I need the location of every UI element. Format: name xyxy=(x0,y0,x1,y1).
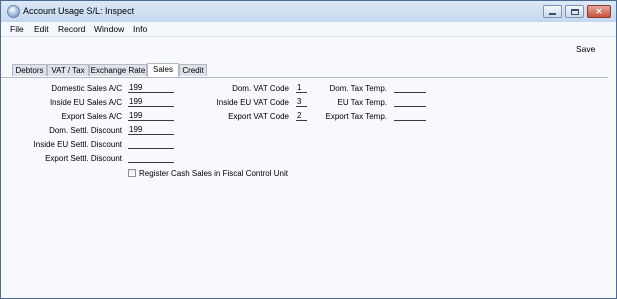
sales-panel: Domestic Sales A/C 199 Inside EU Sales A… xyxy=(1,78,616,299)
dom-vat-code-label: Dom. VAT Code xyxy=(232,84,289,93)
dom-tax-temp-field[interactable] xyxy=(394,84,426,93)
dom-vat-code-field[interactable]: 1 xyxy=(296,84,307,93)
inside-eu-vat-code-label: Inside EU VAT Code xyxy=(216,98,289,107)
maximize-icon xyxy=(570,8,579,15)
application-window: Account Usage S/L: Inspect ✕ File Edit R… xyxy=(0,0,617,299)
dom-settl-discount-label: Dom. Settl. Discount xyxy=(49,126,122,135)
tab-bar: Debtors VAT / Tax Exchange Rate Sales Cr… xyxy=(1,63,616,77)
eu-tax-temp-label: EU Tax Temp. xyxy=(337,98,387,107)
register-cash-sales-checkbox[interactable] xyxy=(128,169,136,177)
export-sales-ac-label: Export Sales A/C xyxy=(61,112,122,121)
tab-exchange-rate[interactable]: Exchange Rate xyxy=(89,64,147,76)
menu-window[interactable]: Window xyxy=(94,24,124,34)
close-icon: ✕ xyxy=(595,6,603,16)
dom-settl-discount-field[interactable]: 199 xyxy=(128,126,174,135)
app-icon xyxy=(7,5,20,18)
title-bar[interactable]: Account Usage S/L: Inspect ✕ xyxy=(1,1,616,22)
close-button[interactable]: ✕ xyxy=(587,5,611,18)
tab-credit[interactable]: Credit xyxy=(179,64,207,76)
export-settl-discount-field[interactable] xyxy=(128,154,174,163)
domestic-sales-ac-label: Domestic Sales A/C xyxy=(51,84,122,93)
menu-info[interactable]: Info xyxy=(133,24,147,34)
record-content: Save Debtors VAT / Tax Exchange Rate Sal… xyxy=(1,36,616,298)
menu-bar: File Edit Record Window Info xyxy=(1,22,616,36)
dom-tax-temp-label: Dom. Tax Temp. xyxy=(329,84,387,93)
register-cash-sales-label: Register Cash Sales in Fiscal Control Un… xyxy=(139,169,288,178)
export-vat-code-label: Export VAT Code xyxy=(228,112,289,121)
eu-tax-temp-field[interactable] xyxy=(394,98,426,107)
tab-debtors[interactable]: Debtors xyxy=(12,64,47,76)
inside-eu-settl-discount-field[interactable] xyxy=(128,140,174,149)
menu-edit[interactable]: Edit xyxy=(34,24,49,34)
window-title: Account Usage S/L: Inspect xyxy=(23,6,135,16)
inside-eu-sales-ac-label: Inside EU Sales A/C xyxy=(49,98,122,107)
inside-eu-vat-code-field[interactable]: 3 xyxy=(296,98,307,107)
domestic-sales-ac-field[interactable]: 199 xyxy=(128,84,174,93)
export-sales-ac-field[interactable]: 199 xyxy=(128,112,174,121)
tab-vat-tax[interactable]: VAT / Tax xyxy=(47,64,89,76)
maximize-button[interactable] xyxy=(565,5,584,18)
tab-sales[interactable]: Sales xyxy=(147,63,179,77)
minimize-icon xyxy=(549,12,556,15)
save-button[interactable]: Save xyxy=(576,44,595,54)
export-tax-temp-field[interactable] xyxy=(394,112,426,121)
menu-record[interactable]: Record xyxy=(58,24,85,34)
menu-file[interactable]: File xyxy=(10,24,24,34)
inside-eu-settl-discount-label: Inside EU Settl. Discount xyxy=(33,140,122,149)
inside-eu-sales-ac-field[interactable]: 199 xyxy=(128,98,174,107)
export-tax-temp-label: Export Tax Temp. xyxy=(325,112,387,121)
minimize-button[interactable] xyxy=(543,5,562,18)
export-settl-discount-label: Export Settl. Discount xyxy=(45,154,122,163)
export-vat-code-field[interactable]: 2 xyxy=(296,112,307,121)
